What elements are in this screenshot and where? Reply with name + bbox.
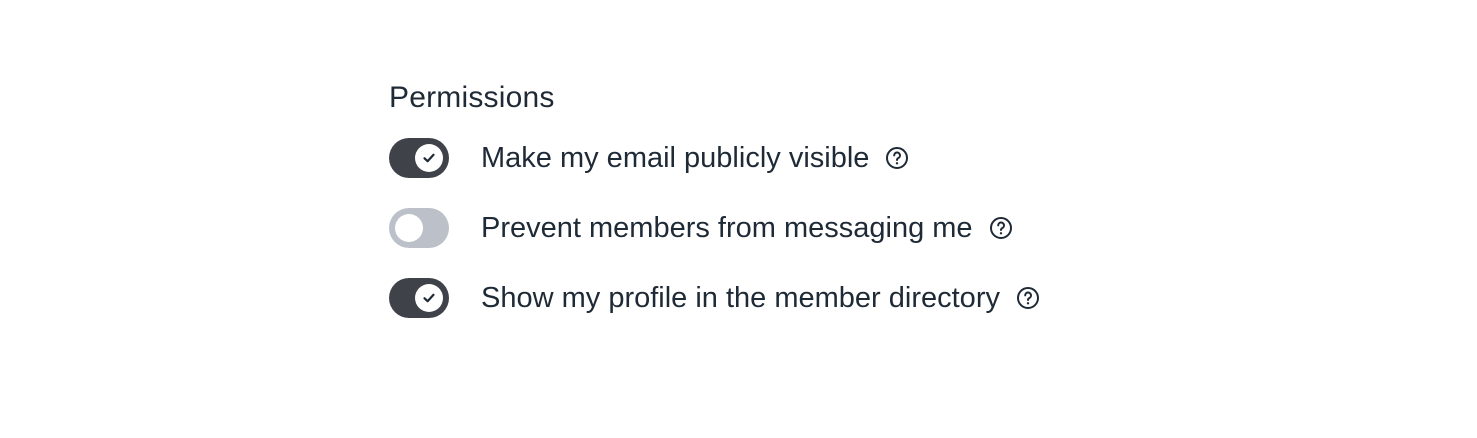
check-icon xyxy=(423,293,435,303)
toggle-knob xyxy=(395,214,423,242)
permission-row-email-visible: Make my email publicly visible xyxy=(389,138,1040,178)
email-visible-label: Make my email publicly visible xyxy=(481,142,870,174)
help-circle-icon[interactable] xyxy=(989,216,1013,240)
email-visible-toggle[interactable] xyxy=(389,138,449,178)
prevent-messaging-toggle[interactable] xyxy=(389,208,449,248)
toggle-knob xyxy=(415,284,443,312)
toggle-knob xyxy=(415,144,443,172)
member-directory-label: Show my profile in the member directory xyxy=(481,282,1000,314)
permission-row-prevent-messaging: Prevent members from messaging me xyxy=(389,208,1040,248)
help-circle-icon[interactable] xyxy=(1016,286,1040,310)
section-title: Permissions xyxy=(389,81,555,114)
member-directory-toggle[interactable] xyxy=(389,278,449,318)
check-icon xyxy=(423,153,435,163)
permissions-section: Permissions Make my email publicly visib… xyxy=(389,76,1040,348)
prevent-messaging-label: Prevent members from messaging me xyxy=(481,212,973,244)
permission-row-member-directory: Show my profile in the member directory xyxy=(389,278,1040,318)
help-circle-icon[interactable] xyxy=(885,146,909,170)
